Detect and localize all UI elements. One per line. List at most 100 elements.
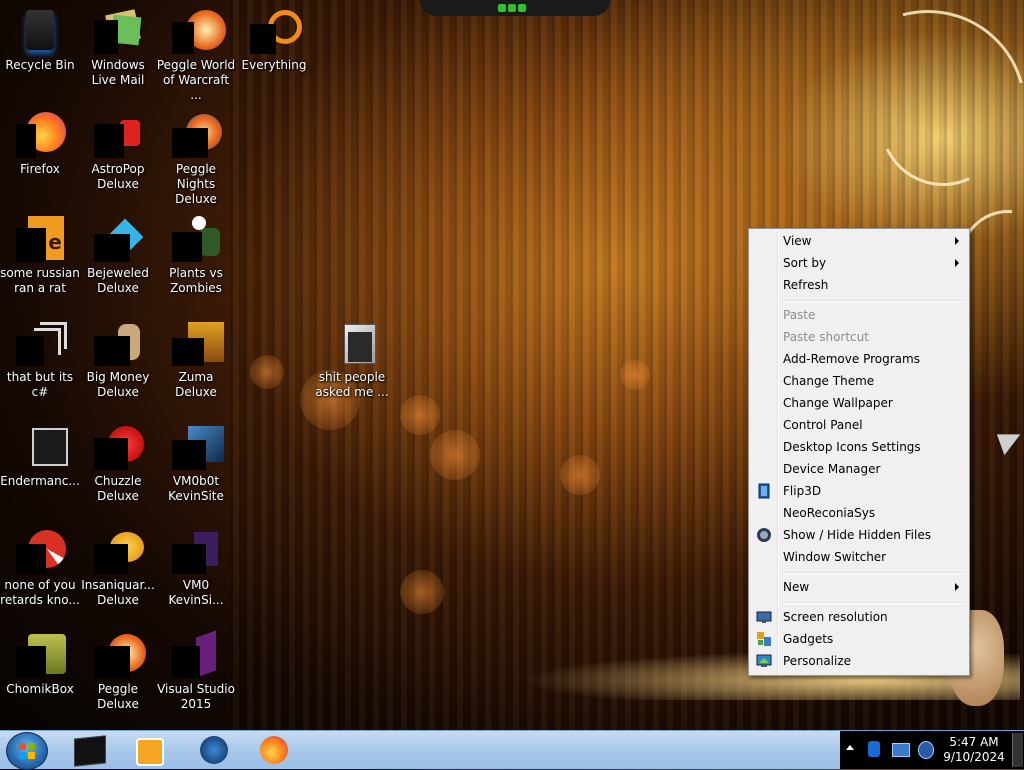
taskbar-globe[interactable]: [186, 733, 240, 767]
recycle-bin-icon: [16, 6, 64, 54]
big-money-icon: [94, 318, 142, 366]
menu-item-window-switcher[interactable]: Window Switcher: [751, 546, 967, 568]
menu-item-personalize[interactable]: Personalize: [751, 650, 967, 672]
submenu-arrow-icon: [955, 583, 959, 591]
desktop-icon-chomikbox[interactable]: ChomikBox: [0, 624, 80, 724]
menu-item-sort-by[interactable]: Sort by: [751, 252, 967, 274]
taskbar-firefox[interactable]: [248, 733, 302, 767]
desktop-icon-peggle-nights[interactable]: Peggle Nights Deluxe: [156, 104, 236, 206]
menu-item-flip3d[interactable]: Flip3D: [751, 480, 967, 502]
bluetooth-icon[interactable]: [868, 741, 880, 757]
desktop-icon-vm0-kevinsi[interactable]: VM0 KevinSi...: [156, 520, 236, 620]
globe-icon: [200, 736, 228, 764]
folder-icon: [328, 318, 376, 366]
chuzzle-icon: [94, 422, 144, 470]
notification-area: 5:47 AM 9/10/2024: [840, 731, 1024, 769]
everything-icon: [250, 6, 302, 54]
submenu-arrow-icon: [955, 237, 959, 245]
menu-item-refresh[interactable]: Refresh: [751, 274, 967, 296]
bejeweled-icon: [94, 214, 144, 262]
windows-logo-icon: [19, 743, 26, 750]
desktop-icon-shit-people-asked-me[interactable]: shit people asked me ...: [312, 312, 392, 412]
bokeh-light: [430, 430, 480, 480]
pvz-icon: [172, 214, 220, 262]
zuma-icon: [172, 318, 224, 366]
bokeh-light: [560, 455, 600, 495]
terminal-icon: [74, 735, 106, 767]
media-file-icon: e: [16, 214, 64, 262]
gadgets-icon: [756, 631, 772, 647]
desktop-icon-peggle-wow[interactable]: Peggle World of Warcraft ...: [156, 0, 236, 102]
screen-resolution-icon: [756, 609, 772, 625]
desktop-icon-plants-vs-zombies[interactable]: Plants vs Zombies: [156, 208, 236, 308]
taskbar-media-player[interactable]: [122, 733, 176, 767]
menu-item-neoreconiasys[interactable]: NeoReconiaSys: [751, 502, 967, 524]
desktop-icon-peggle-deluxe[interactable]: Peggle Deluxe: [78, 624, 158, 724]
desktop-icon-chuzzle[interactable]: Chuzzle Deluxe: [78, 416, 158, 516]
desktop-icon-bejeweled[interactable]: Bejeweled Deluxe: [78, 208, 158, 308]
desktop-icon-big-money[interactable]: Big Money Deluxe: [78, 312, 158, 412]
network-icon[interactable]: [892, 743, 910, 757]
astropop-icon: [94, 110, 142, 158]
show-hidden-icons-arrow[interactable]: [846, 745, 854, 750]
bokeh-light: [250, 355, 284, 389]
bokeh-light: [620, 360, 650, 390]
desktop-icon-zuma[interactable]: Zuma Deluxe: [156, 312, 236, 412]
visual-studio-icon: [172, 630, 220, 678]
menu-item-change-wallpaper[interactable]: Change Wallpaper: [751, 392, 967, 414]
menu-separator: [781, 572, 965, 574]
peggle-nights-icon: [172, 110, 222, 158]
desktop-icon-recycle-bin[interactable]: Recycle Bin: [0, 0, 80, 100]
menu-separator: [781, 602, 965, 604]
show-desktop-button[interactable]: [1012, 733, 1023, 767]
document-icon: [172, 526, 220, 574]
peggle-deluxe-icon: [94, 630, 146, 678]
desktop-icon-that-but-its-c[interactable]: that but its c#: [0, 312, 80, 412]
firefox-icon: [16, 110, 66, 158]
system-clock[interactable]: 5:47 AM 9/10/2024: [936, 735, 1012, 765]
window-app-icon: [16, 422, 68, 470]
chrome-icon: [16, 526, 66, 574]
desktop-icon-visual-studio[interactable]: Visual Studio 2015: [156, 624, 236, 724]
menu-item-control-panel[interactable]: Control Panel: [751, 414, 967, 436]
desktop-icon-insaniquarium[interactable]: Insaniquar... Deluxe: [78, 520, 158, 620]
menu-item-gadgets[interactable]: Gadgets: [751, 628, 967, 650]
desktop-icon-astropop[interactable]: AstroPop Deluxe: [78, 104, 158, 204]
desktop-icon-some-russian[interactable]: e some russian ran a rat: [0, 208, 80, 308]
personalize-icon: [756, 653, 772, 669]
desktop-icon-none-of-you[interactable]: none of you retards kno...: [0, 520, 80, 620]
clock-date: 9/10/2024: [943, 750, 1005, 764]
desktop-icon-endermanc[interactable]: Endermanc...: [0, 416, 80, 516]
menu-item-paste[interactable]: Paste: [751, 304, 967, 326]
wallpaper-top-notch: [420, 0, 610, 16]
desktop-icon-firefox[interactable]: Firefox: [0, 104, 80, 204]
desktop-icon-vm0b0t-kevinsite[interactable]: VM0b0t KevinSite: [156, 416, 236, 516]
vm-icon: [172, 422, 224, 470]
media-player-icon: [136, 738, 164, 766]
chomikbox-icon: [16, 630, 66, 678]
menu-item-change-theme[interactable]: Change Theme: [751, 370, 967, 392]
firefox-icon: [260, 736, 288, 764]
menu-separator: [781, 300, 965, 302]
menu-item-new[interactable]: New: [751, 576, 967, 598]
shortcut-icon: [16, 318, 67, 366]
flip3d-icon: [756, 483, 772, 499]
start-button[interactable]: [6, 732, 48, 770]
desktop-icon-everything[interactable]: Everything: [234, 0, 314, 100]
volume-icon[interactable]: [918, 741, 934, 759]
bokeh-light: [400, 570, 444, 614]
menu-item-paste-shortcut[interactable]: Paste shortcut: [751, 326, 967, 348]
mail-icon: [94, 6, 142, 54]
bokeh-light: [400, 395, 440, 435]
menu-item-screen-resolution[interactable]: Screen resolution: [751, 606, 967, 628]
menu-item-device-manager[interactable]: Device Manager: [751, 458, 967, 480]
menu-item-view[interactable]: View: [751, 230, 967, 252]
taskbar-terminal[interactable]: [62, 733, 116, 767]
desktop-icon-windows-live-mail[interactable]: Windows Live Mail: [78, 0, 158, 100]
menu-item-desktop-icons-settings[interactable]: Desktop Icons Settings: [751, 436, 967, 458]
peggle-icon: [172, 6, 226, 54]
menu-item-add-remove-programs[interactable]: Add-Remove Programs: [751, 348, 967, 370]
menu-item-show-hide-hidden-files[interactable]: Show / Hide Hidden Files: [751, 524, 967, 546]
clock-time: 5:47 AM: [949, 735, 999, 749]
submenu-arrow-icon: [955, 259, 959, 267]
